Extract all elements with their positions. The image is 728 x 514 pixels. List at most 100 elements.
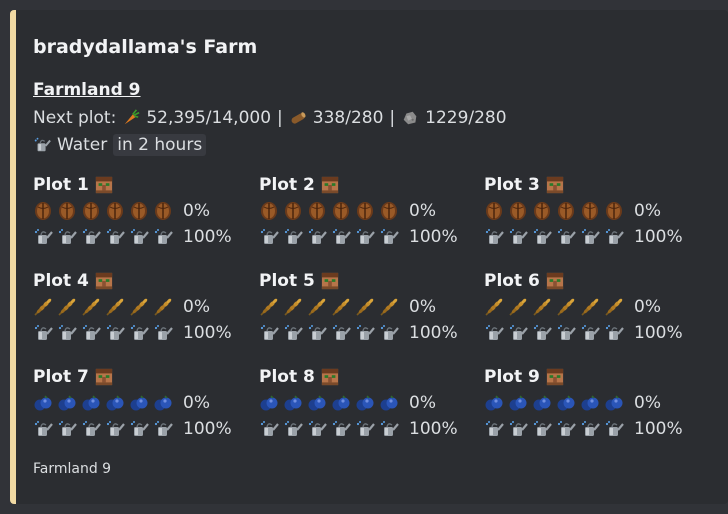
crop-growth-row-percent: 0% [183, 297, 210, 317]
plot-card: Plot 2 0% 100% [259, 172, 484, 250]
cocoa-bean-icon [81, 201, 101, 221]
water-time: in 2 hours [113, 134, 207, 156]
watering-can-icon [355, 227, 375, 247]
water-level-row-percent: 100% [634, 227, 683, 247]
blueberry-icon [105, 393, 125, 413]
watering-can-icon [81, 323, 101, 343]
watering-can-icon [532, 419, 552, 439]
crop-growth-row: 0% [33, 294, 258, 320]
plot-card: Plot 4 0% 100% [33, 268, 258, 346]
crop-growth-row: 0% [484, 198, 709, 224]
water-level-row-percent: 100% [634, 419, 683, 439]
blueberry-icon [604, 393, 624, 413]
watering-can-icon [331, 227, 351, 247]
crop-growth-row-percent: 0% [634, 297, 661, 317]
watering-can-icon [57, 419, 77, 439]
crop-growth-row: 0% [259, 198, 484, 224]
farmer-villager-icon [321, 368, 339, 386]
water-level-row-percent: 100% [409, 323, 458, 343]
cocoa-bean-icon [508, 201, 528, 221]
wheat-icon [129, 297, 149, 317]
farmer-villager-icon [546, 272, 564, 290]
farmer-villager-icon [321, 272, 339, 290]
plot-card: Plot 9 0% 100% [484, 364, 709, 442]
watering-can-icon [105, 227, 125, 247]
watering-can-icon [484, 323, 504, 343]
water-level-row: 100% [484, 224, 709, 250]
watering-can-icon [57, 323, 77, 343]
cocoa-bean-icon [580, 201, 600, 221]
cocoa-bean-icon [379, 201, 399, 221]
watering-can-icon [283, 419, 303, 439]
blueberry-icon [81, 393, 101, 413]
cocoa-bean-icon [57, 201, 77, 221]
watering-can-icon [604, 323, 624, 343]
wheat-icon [307, 297, 327, 317]
water-level-row: 100% [259, 224, 484, 250]
blueberry-icon [355, 393, 375, 413]
blueberry-icon [331, 393, 351, 413]
watering-can-icon [508, 323, 528, 343]
next-plot-label: Next plot: [33, 108, 117, 128]
water-level-row-percent: 100% [183, 227, 232, 247]
wheat-icon [604, 297, 624, 317]
watering-can-icon [508, 227, 528, 247]
blueberry-icon [129, 393, 149, 413]
watering-can-icon [532, 227, 552, 247]
watering-can-icon [33, 136, 51, 154]
water-level-row: 100% [484, 416, 709, 442]
plot-title: Plot 8 [259, 364, 484, 390]
plot-name: Plot 8 [259, 367, 315, 387]
watering-can-icon [259, 323, 279, 343]
blueberry-icon [580, 393, 600, 413]
wheat-icon [105, 297, 125, 317]
farmer-villager-icon [546, 368, 564, 386]
plot-name: Plot 9 [484, 367, 540, 387]
watering-can-icon [105, 323, 125, 343]
cocoa-bean-icon [604, 201, 624, 221]
water-level-row: 100% [484, 320, 709, 346]
wheat-icon [508, 297, 528, 317]
plot-title: Plot 7 [33, 364, 258, 390]
watering-can-icon [484, 419, 504, 439]
cocoa-bean-icon [259, 201, 279, 221]
watering-can-icon [153, 323, 173, 343]
water-label: Water [57, 135, 108, 155]
wheat-icon [355, 297, 375, 317]
crop-growth-row: 0% [33, 390, 258, 416]
farm-embed: bradydallama's Farm Farmland 9 Next plot… [10, 10, 728, 504]
cocoa-bean-icon [153, 201, 173, 221]
water-level-row-percent: 100% [409, 419, 458, 439]
plot-title: Plot 5 [259, 268, 484, 294]
water-level-row-percent: 100% [183, 419, 232, 439]
carrot-cost: 52,395/14,000 [146, 108, 272, 128]
water-level-row: 100% [33, 320, 258, 346]
crop-growth-row: 0% [259, 390, 484, 416]
cocoa-bean-icon [129, 201, 149, 221]
wheat-icon [379, 297, 399, 317]
plot-card: Plot 7 0% 100% [33, 364, 258, 442]
water-level-row: 100% [33, 416, 258, 442]
watering-can-icon [153, 419, 173, 439]
watering-can-icon [484, 227, 504, 247]
farmer-villager-icon [546, 176, 564, 194]
plot-name: Plot 1 [33, 175, 89, 195]
wheat-icon [81, 297, 101, 317]
watering-can-icon [604, 419, 624, 439]
farmer-villager-icon [95, 272, 113, 290]
wheat-icon [580, 297, 600, 317]
watering-can-icon [33, 323, 53, 343]
plot-title: Plot 3 [484, 172, 709, 198]
crop-growth-row-percent: 0% [409, 297, 436, 317]
farmer-villager-icon [95, 176, 113, 194]
farmland-link[interactable]: Farmland 9 [33, 80, 141, 100]
cocoa-bean-icon [484, 201, 504, 221]
water-level-row-percent: 100% [183, 323, 232, 343]
plot-name: Plot 5 [259, 271, 315, 291]
crop-growth-row-percent: 0% [183, 201, 210, 221]
blueberry-icon [259, 393, 279, 413]
plot-card: Plot 3 0% 100% [484, 172, 709, 250]
plot-card: Plot 1 0% 100% [33, 172, 258, 250]
crop-growth-row-percent: 0% [183, 393, 210, 413]
watering-can-icon [81, 227, 101, 247]
